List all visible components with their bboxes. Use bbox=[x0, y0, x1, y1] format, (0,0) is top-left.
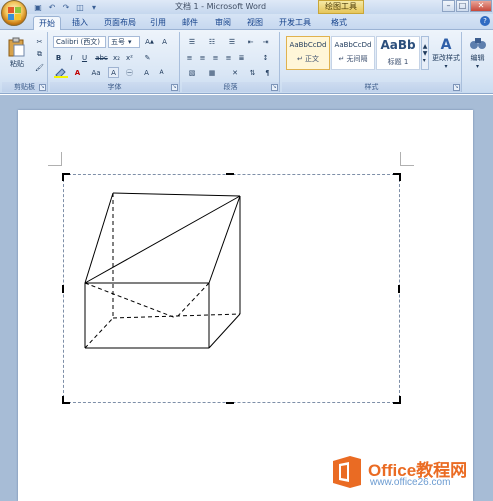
watermark: Office教程网 www.office26.com bbox=[330, 455, 490, 495]
solid-edge bbox=[208, 195, 241, 284]
solid-edge bbox=[112, 192, 241, 197]
dashed-edge bbox=[84, 317, 114, 349]
watermark-url: www.office26.com bbox=[370, 477, 451, 488]
office-button[interactable] bbox=[1, 0, 27, 26]
dashed-edge bbox=[84, 282, 177, 319]
dashed-edge bbox=[175, 282, 210, 319]
office-watermark-logo-icon bbox=[333, 456, 361, 488]
geometry-drawing[interactable] bbox=[0, 0, 493, 501]
office-logo-icon bbox=[8, 7, 21, 20]
dashed-edge bbox=[112, 313, 241, 319]
solid-edge bbox=[208, 313, 241, 349]
